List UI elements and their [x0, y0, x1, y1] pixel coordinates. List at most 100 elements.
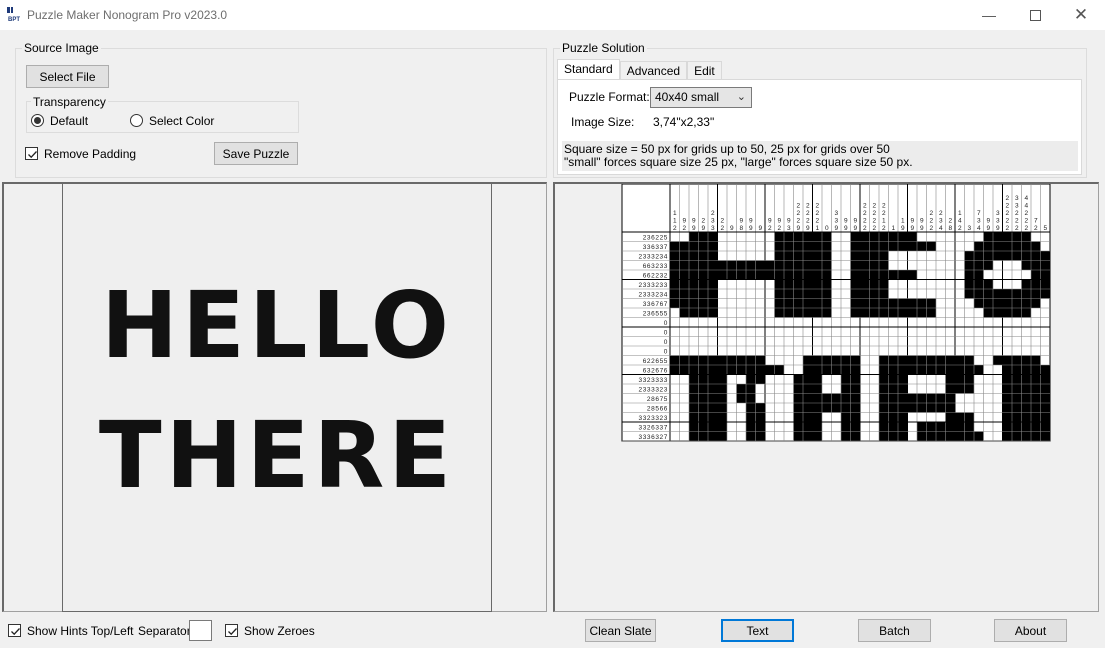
- puzzle-format-select[interactable]: 40x40 small ⌄: [650, 87, 752, 108]
- close-button[interactable]: ✕: [1058, 0, 1104, 30]
- col-hint: 9: [920, 218, 924, 225]
- filled-cell: [803, 355, 813, 365]
- separator-input[interactable]: [189, 620, 212, 641]
- filled-cell: [1040, 412, 1050, 422]
- filled-cell: [1002, 232, 1012, 242]
- col-hint: 2: [872, 203, 876, 210]
- filled-cell: [974, 365, 984, 375]
- col-hint: 1: [901, 218, 905, 225]
- filled-cell: [670, 355, 680, 365]
- filled-cell: [679, 251, 689, 261]
- filled-cell: [945, 403, 955, 413]
- col-hint: 5: [1043, 225, 1047, 232]
- col-hint: 9: [796, 225, 800, 232]
- filled-cell: [803, 431, 813, 441]
- filled-cell: [812, 431, 822, 441]
- filled-cell: [708, 355, 718, 365]
- col-hint: 4: [1024, 203, 1028, 210]
- checkmark-icon: [28, 151, 37, 159]
- filled-cell: [679, 308, 689, 318]
- col-hint: 2: [673, 225, 677, 232]
- tab-edit[interactable]: Edit: [687, 61, 722, 81]
- filled-cell: [955, 355, 965, 365]
- about-button[interactable]: About: [994, 619, 1067, 642]
- filled-cell: [1002, 365, 1012, 375]
- select-color-radio[interactable]: [130, 114, 143, 127]
- filled-cell: [1021, 422, 1031, 432]
- filled-cell: [708, 308, 718, 318]
- col-hint: 2: [882, 225, 886, 232]
- filled-cell: [1002, 384, 1012, 394]
- filled-cell: [793, 308, 803, 318]
- filled-cell: [841, 403, 851, 413]
- batch-button[interactable]: Batch: [858, 619, 931, 642]
- filled-cell: [717, 431, 727, 441]
- filled-cell: [955, 374, 965, 384]
- filled-cell: [774, 251, 784, 261]
- remove-padding-checkbox[interactable]: [25, 147, 38, 160]
- filled-cell: [974, 241, 984, 251]
- filled-cell: [765, 260, 775, 270]
- filled-cell: [888, 384, 898, 394]
- filled-cell: [822, 393, 832, 403]
- col-hint: 4: [1024, 195, 1028, 202]
- filled-cell: [746, 374, 756, 384]
- text-button[interactable]: Text: [721, 619, 794, 642]
- filled-cell: [746, 365, 756, 375]
- clean-slate-button[interactable]: Clean Slate: [585, 619, 656, 642]
- filled-cell: [917, 393, 927, 403]
- filled-cell: [689, 241, 699, 251]
- filled-cell: [879, 355, 889, 365]
- filled-cell: [812, 241, 822, 251]
- col-hint: 2: [815, 203, 819, 210]
- filled-cell: [974, 251, 984, 261]
- filled-cell: [736, 384, 746, 394]
- filled-cell: [888, 270, 898, 280]
- filled-cell: [1002, 422, 1012, 432]
- filled-cell: [1012, 422, 1022, 432]
- filled-cell: [708, 384, 718, 394]
- filled-cell: [1002, 308, 1012, 318]
- filled-cell: [917, 355, 927, 365]
- filled-cell: [698, 289, 708, 299]
- filled-cell: [926, 241, 936, 251]
- default-radio[interactable]: [31, 114, 44, 127]
- filled-cell: [812, 270, 822, 280]
- minimize-button[interactable]: —: [966, 0, 1012, 30]
- filled-cell: [1040, 431, 1050, 441]
- tab-standard[interactable]: Standard: [557, 59, 620, 81]
- filled-cell: [736, 355, 746, 365]
- filled-cell: [879, 279, 889, 289]
- save-puzzle-button[interactable]: Save Puzzle: [214, 142, 298, 165]
- preview-line-2: THERE: [98, 402, 456, 509]
- row-hint: 3323323: [638, 415, 668, 422]
- maximize-button[interactable]: [1012, 0, 1058, 30]
- select-file-button[interactable]: Select File: [26, 65, 109, 88]
- col-hint: 2: [929, 225, 933, 232]
- col-hint: 3: [787, 225, 791, 232]
- filled-cell: [822, 365, 832, 375]
- col-hint: 0: [825, 225, 829, 232]
- filled-cell: [803, 279, 813, 289]
- filled-cell: [1002, 241, 1012, 251]
- col-hint: 9: [730, 225, 734, 232]
- filled-cell: [983, 279, 993, 289]
- filled-cell: [850, 431, 860, 441]
- filled-cell: [850, 422, 860, 432]
- filled-cell: [717, 270, 727, 280]
- col-hint: 2: [1024, 225, 1028, 232]
- filled-cell: [774, 241, 784, 251]
- filled-cell: [736, 260, 746, 270]
- filled-cell: [1040, 270, 1050, 280]
- show-hints-checkbox[interactable]: [8, 624, 21, 637]
- col-hint: 2: [806, 210, 810, 217]
- puzzle-format-value: 40x40 small: [655, 90, 720, 104]
- filled-cell: [689, 279, 699, 289]
- col-hint: 9: [749, 218, 753, 225]
- filled-cell: [983, 298, 993, 308]
- filled-cell: [850, 260, 860, 270]
- filled-cell: [1012, 308, 1022, 318]
- filled-cell: [993, 308, 1003, 318]
- show-zeroes-checkbox[interactable]: [225, 624, 238, 637]
- tab-advanced[interactable]: Advanced: [619, 61, 688, 81]
